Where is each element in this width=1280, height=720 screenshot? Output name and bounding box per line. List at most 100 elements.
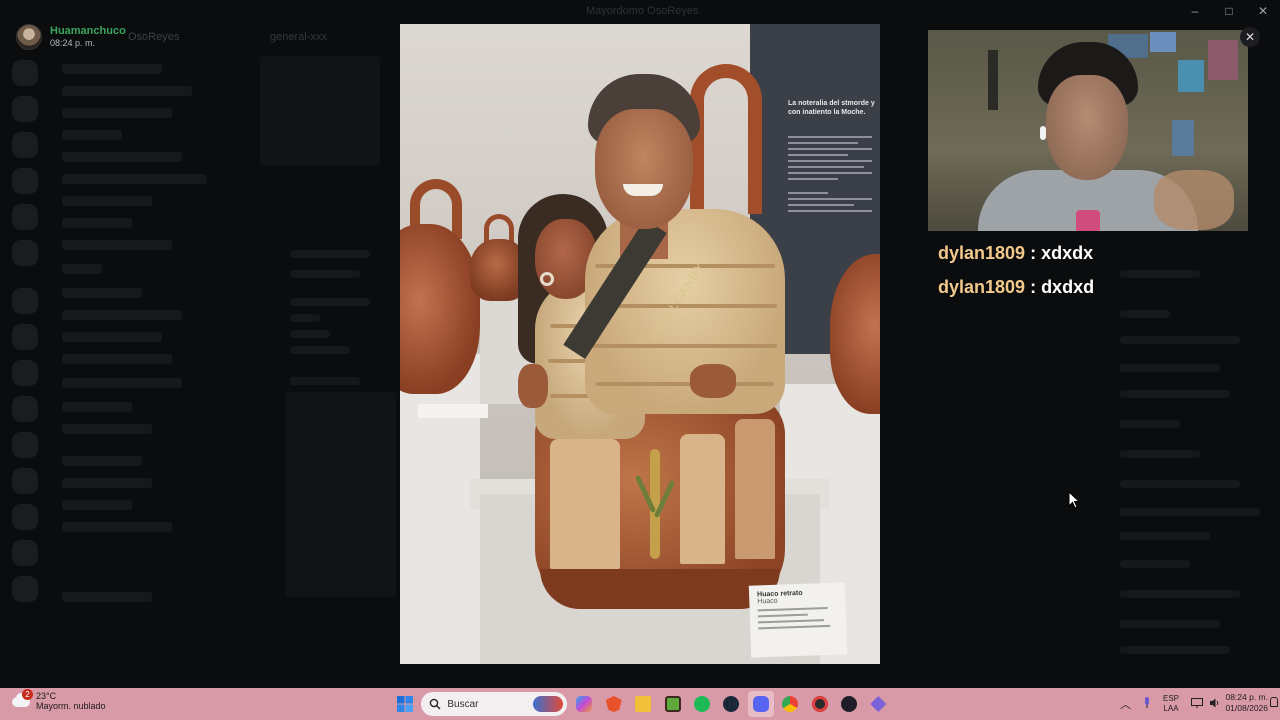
server-icon[interactable] (12, 204, 38, 230)
channel-item[interactable] (62, 86, 192, 96)
discord-icon[interactable] (747, 691, 774, 717)
server-icon[interactable] (12, 576, 38, 602)
channel-item[interactable] (62, 240, 172, 250)
message-line (290, 314, 320, 322)
wall-poster (1208, 40, 1238, 80)
channel-item[interactable] (62, 196, 152, 206)
obs-icon[interactable] (836, 691, 862, 717)
chat-message: dylan1809 : dxdxd (938, 274, 1268, 308)
figure-smile (623, 184, 663, 196)
window-controls: – □ ✕ (1178, 0, 1280, 22)
channel-item[interactable] (62, 174, 207, 184)
server-icon[interactable] (12, 96, 38, 122)
member-item[interactable] (1120, 390, 1230, 398)
member-item[interactable] (1120, 590, 1240, 598)
app-icon[interactable] (807, 691, 833, 717)
member-item[interactable] (1120, 364, 1220, 372)
viewed-image[interactable]: La noteralia del stmorde y con inatiento… (400, 24, 880, 664)
channel-name: general-xxx (270, 31, 327, 43)
vpn-icon[interactable] (865, 691, 891, 717)
channel-item[interactable] (62, 500, 132, 510)
channel-item[interactable] (62, 592, 152, 602)
channel-item[interactable] (62, 264, 102, 274)
person-face (1046, 75, 1128, 180)
notification-badge: 2 (22, 689, 33, 701)
member-item[interactable] (1120, 646, 1230, 654)
message-line (290, 298, 370, 306)
message-line (290, 330, 330, 338)
server-icon[interactable] (12, 360, 38, 386)
server-icon[interactable] (12, 168, 38, 194)
wall-hook (988, 50, 998, 110)
vase-spout (690, 64, 762, 214)
channel-item[interactable] (62, 378, 182, 388)
channel-item[interactable] (62, 108, 172, 118)
chat-separator: : (1025, 277, 1042, 297)
channel-item[interactable] (62, 424, 152, 434)
member-item[interactable] (1120, 420, 1180, 428)
channel-item[interactable] (62, 354, 172, 364)
message-line (290, 377, 360, 385)
notification-bell-icon[interactable] (1270, 697, 1278, 707)
server-icon[interactable] (12, 396, 38, 422)
channel-item[interactable] (62, 456, 142, 466)
channel-item[interactable] (62, 218, 132, 228)
server-icon[interactable] (12, 288, 38, 314)
member-item[interactable] (1120, 560, 1190, 568)
chevron-up-icon[interactable]: ︿ (1120, 696, 1131, 712)
brave-icon[interactable] (601, 691, 627, 717)
channel-item[interactable] (62, 130, 122, 140)
avatar[interactable] (16, 24, 42, 50)
member-item[interactable] (1120, 336, 1240, 344)
member-item[interactable] (1120, 532, 1210, 540)
uploader-name[interactable]: Huamanchuco (50, 25, 126, 37)
minimize-button[interactable]: – (1178, 0, 1212, 22)
minecraft-icon[interactable] (660, 691, 686, 717)
member-item[interactable] (1120, 508, 1260, 516)
server-icon[interactable] (12, 132, 38, 158)
volume-icon[interactable] (1209, 698, 1221, 711)
channel-item[interactable] (62, 522, 172, 532)
channel-item[interactable] (62, 64, 162, 74)
clock[interactable]: 08:24 p. m. 01/08/2026 (1225, 692, 1268, 715)
chrome-icon[interactable] (777, 691, 803, 717)
server-icon[interactable] (12, 468, 38, 494)
server-icon[interactable] (12, 432, 38, 458)
maximize-button[interactable]: □ (1212, 0, 1246, 22)
channel-item[interactable] (62, 310, 182, 320)
spotify-icon[interactable] (689, 691, 715, 717)
server-icon[interactable] (12, 240, 38, 266)
member-item[interactable] (1120, 310, 1170, 318)
wall-text-block (788, 136, 872, 216)
channel-item[interactable] (62, 332, 162, 342)
ceramic-foot (540, 569, 780, 609)
channel-item[interactable] (62, 478, 152, 488)
pedestal (400, 354, 480, 664)
channel-item[interactable] (62, 402, 132, 412)
copilot-icon[interactable] (571, 691, 597, 717)
weather-widget[interactable]: 2 23°C Mayorm. nublado (10, 689, 106, 712)
file-explorer-icon[interactable] (630, 691, 656, 717)
clock-date: 01/08/2026 (1225, 703, 1268, 714)
server-icon[interactable] (12, 504, 38, 530)
steam-icon[interactable] (718, 691, 744, 717)
member-item[interactable] (1120, 450, 1200, 458)
window-close-button[interactable]: ✕ (1246, 0, 1280, 22)
jacket-seam (596, 382, 774, 386)
server-icon[interactable] (12, 324, 38, 350)
member-item[interactable] (1120, 620, 1220, 628)
message-image (260, 56, 380, 166)
server-icon[interactable] (12, 60, 38, 86)
network-icon[interactable] (1191, 697, 1204, 711)
member-item[interactable] (1120, 480, 1240, 488)
channel-item[interactable] (62, 288, 142, 298)
close-viewer-button[interactable]: ✕ (1240, 27, 1260, 47)
taskbar-search-input[interactable]: Buscar (421, 692, 568, 716)
wall-poster (1178, 60, 1204, 92)
microphone-icon[interactable] (1143, 696, 1151, 712)
channel-item[interactable] (62, 152, 182, 162)
windows-start-icon[interactable] (392, 691, 418, 717)
side-vase (400, 224, 480, 394)
language-indicator[interactable]: ESP LAA (1163, 694, 1179, 713)
server-icon[interactable] (12, 540, 38, 566)
